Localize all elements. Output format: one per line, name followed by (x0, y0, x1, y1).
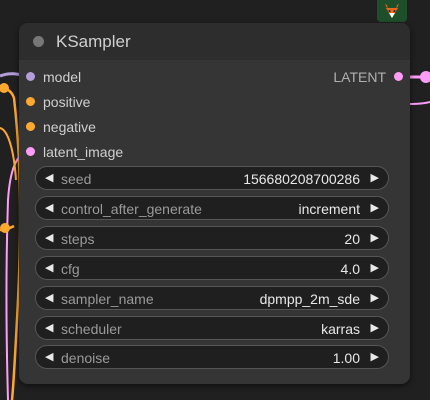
increment-arrow-icon[interactable]: ▶ (371, 201, 379, 215)
decrement-arrow-icon[interactable]: ◀ (45, 291, 53, 305)
increment-arrow-icon[interactable]: ▶ (371, 261, 379, 275)
fox-icon (385, 4, 399, 18)
increment-arrow-icon[interactable]: ▶ (371, 321, 379, 335)
decrement-arrow-icon[interactable]: ◀ (45, 231, 53, 245)
output-label: LATENT (333, 69, 386, 85)
input-label: model (43, 69, 82, 85)
output-slot-latent[interactable]: LATENT (290, 68, 410, 86)
widget-name: scheduler (61, 321, 122, 337)
widget-name: cfg (61, 261, 80, 277)
widget-value[interactable]: karras (321, 321, 360, 337)
input-label: positive (43, 94, 91, 110)
model-socket-icon[interactable] (26, 72, 35, 81)
latent-output-socket-icon[interactable] (394, 72, 403, 81)
widget-scheduler[interactable]: ◀ scheduler karras ▶ (35, 316, 389, 340)
reroute-dot (0, 83, 9, 93)
widget-value[interactable]: dpmpp_2m_sde (260, 291, 360, 307)
widget-value[interactable]: 4.0 (341, 261, 360, 277)
positive-socket-icon[interactable] (26, 97, 35, 106)
widget-name: control_after_generate (61, 201, 202, 217)
widget-seed[interactable]: ◀ seed 156680208700286 ▶ (35, 166, 389, 190)
increment-arrow-icon[interactable]: ▶ (371, 171, 379, 185)
widget-steps[interactable]: ◀ steps 20 ▶ (35, 226, 389, 250)
widget-sampler-name[interactable]: ◀ sampler_name dpmpp_2m_sde ▶ (35, 286, 389, 310)
widget-denoise[interactable]: ◀ denoise 1.00 ▶ (35, 345, 389, 369)
widget-name: steps (61, 231, 95, 247)
widget-value[interactable]: 20 (344, 231, 360, 247)
increment-arrow-icon[interactable]: ▶ (371, 231, 379, 245)
widget-value[interactable]: 1.00 (333, 350, 360, 366)
decrement-arrow-icon[interactable]: ◀ (45, 171, 53, 185)
increment-arrow-icon[interactable]: ▶ (371, 350, 379, 364)
ksampler-node[interactable]: KSampler model positive negative latent_… (19, 23, 410, 384)
input-label: negative (43, 119, 96, 135)
widget-control-after-generate[interactable]: ◀ control_after_generate increment ▶ (35, 196, 389, 220)
increment-arrow-icon[interactable]: ▶ (371, 291, 379, 305)
input-label: latent_image (43, 144, 124, 160)
latent-image-socket-icon[interactable] (26, 147, 35, 156)
node-title: KSampler (56, 32, 131, 51)
negative-socket-icon[interactable] (26, 122, 35, 131)
input-slot-positive[interactable]: positive (19, 93, 169, 111)
widget-name: denoise (61, 350, 111, 366)
wire-orange-1 (0, 86, 22, 400)
widget-name: sampler_name (61, 291, 154, 307)
node-header[interactable]: KSampler (19, 23, 410, 60)
input-slot-latent-image[interactable]: latent_image (19, 143, 169, 161)
input-slot-negative[interactable]: negative (19, 118, 169, 136)
decrement-arrow-icon[interactable]: ◀ (45, 350, 53, 364)
widget-value[interactable]: 156680208700286 (243, 171, 360, 187)
widget-name: seed (61, 171, 92, 187)
widget-value[interactable]: increment (299, 201, 360, 217)
widget-cfg[interactable]: ◀ cfg 4.0 ▶ (35, 256, 389, 280)
reroute-dot (0, 223, 10, 233)
input-slot-model[interactable]: model (19, 68, 169, 86)
decrement-arrow-icon[interactable]: ◀ (45, 261, 53, 275)
wire-orange-3 (0, 127, 17, 181)
decrement-arrow-icon[interactable]: ◀ (45, 201, 53, 215)
decrement-arrow-icon[interactable]: ◀ (45, 321, 53, 335)
reroute-dot (420, 71, 430, 83)
collapse-toggle[interactable] (33, 36, 44, 47)
fox-badge[interactable] (377, 0, 407, 22)
